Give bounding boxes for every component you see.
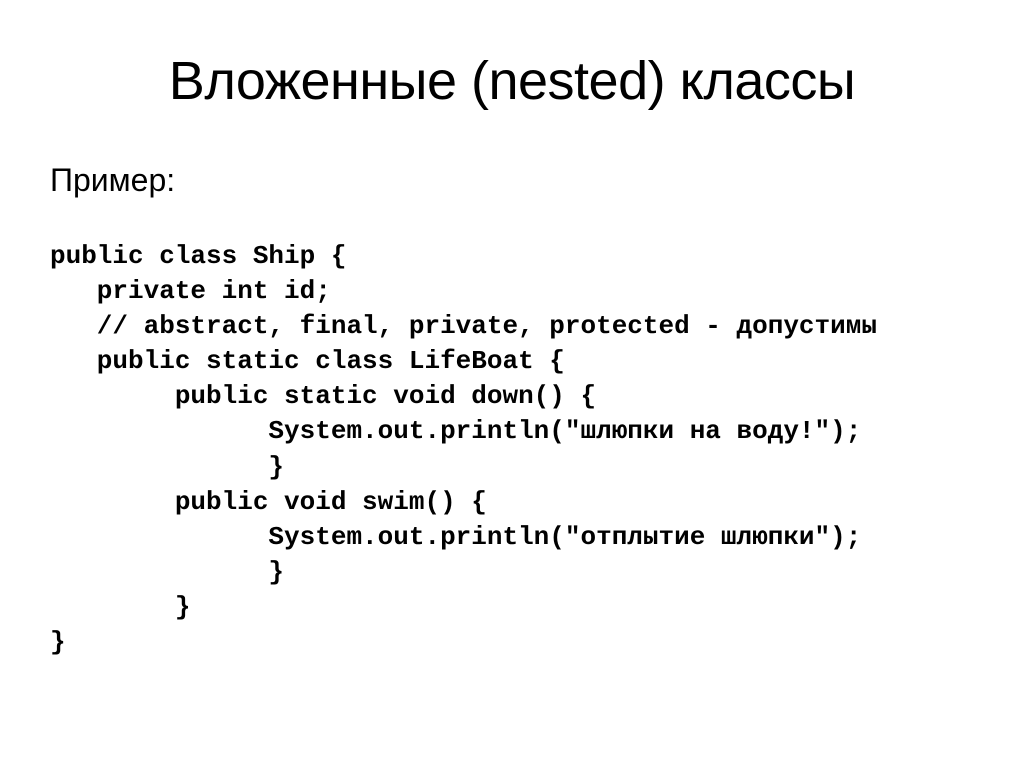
example-label: Пример: xyxy=(40,162,984,199)
slide-title: Вложенные (nested) классы xyxy=(40,50,984,112)
code-example: public class Ship { private int id; // a… xyxy=(40,239,984,660)
